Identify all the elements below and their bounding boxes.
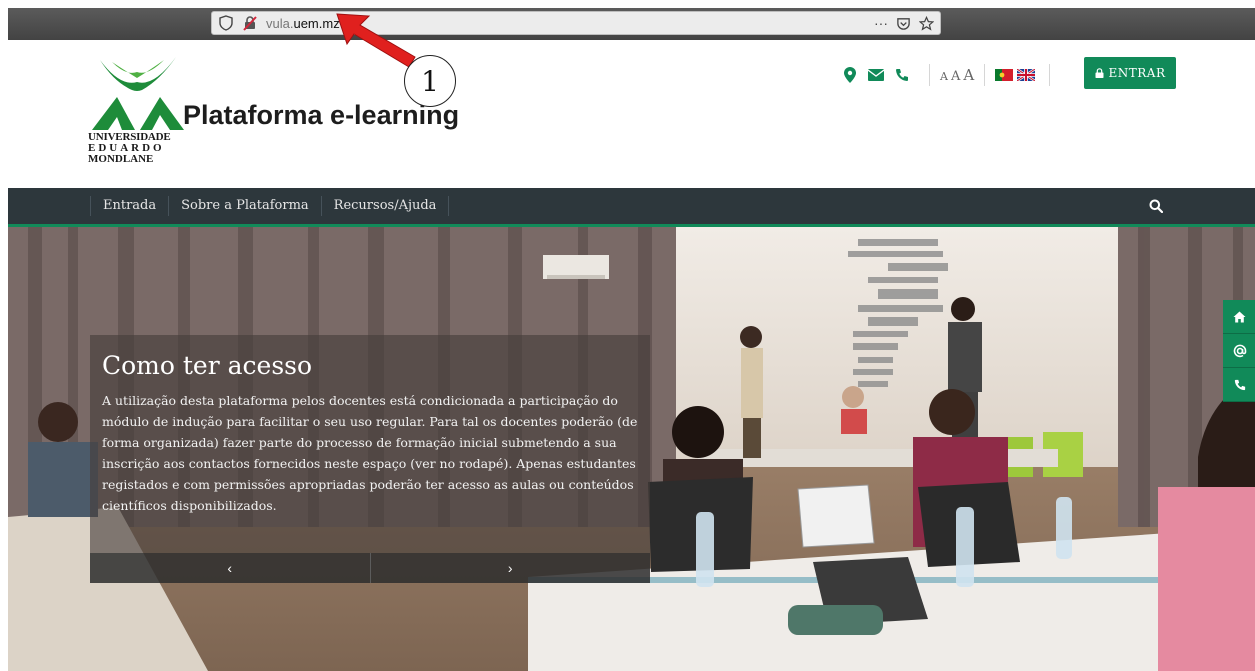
url-domain: uem.mz (293, 15, 340, 31)
uk-flag-icon[interactable] (1017, 69, 1036, 81)
login-button[interactable]: ENTRAR (1084, 57, 1176, 89)
nav-item-sobre[interactable]: Sobre a Plataforma (168, 196, 321, 216)
font-size-large[interactable]: A (963, 66, 974, 84)
search-button[interactable] (1136, 190, 1176, 222)
login-label: ENTRAR (1108, 66, 1166, 80)
page-actions-icon[interactable]: ··· (874, 15, 888, 31)
nav-item-entrada[interactable]: Entrada (90, 196, 168, 216)
lock-icon (1095, 68, 1103, 78)
university-name-line3: MONDLANE (88, 153, 154, 165)
address-bar[interactable]: vula.uem.mz ··· (211, 11, 941, 35)
nav-items: Entrada Sobre a Plataforma Recursos/Ajud… (90, 188, 450, 224)
font-size-medium[interactable]: A (951, 69, 960, 84)
font-size-small[interactable]: A (940, 70, 948, 83)
chevron-left-icon: ‹ (227, 560, 233, 576)
phone-button[interactable] (1223, 368, 1255, 402)
at-sign-icon (1233, 344, 1246, 357)
header-tools: A A A (841, 60, 1060, 90)
home-icon (1233, 311, 1246, 322)
site-header: UNIVERSIDADE EDUARDO MONDLANE Plataforma… (8, 40, 1255, 188)
map-marker-icon[interactable] (841, 66, 859, 84)
caption-title: Como ter acesso (102, 351, 313, 380)
divider (1049, 64, 1051, 86)
email-button[interactable] (1223, 334, 1255, 368)
caption-text: A utilização desta plataforma pelos doce… (102, 393, 638, 513)
url-text[interactable]: vula.uem.mz (266, 16, 340, 31)
carousel-caption: Como ter acesso A utilização desta plata… (90, 335, 650, 553)
phone-icon[interactable] (893, 66, 911, 84)
pocket-icon[interactable] (896, 16, 911, 31)
carousel-next-button[interactable]: › (370, 553, 650, 583)
home-button[interactable] (1223, 300, 1255, 334)
phone-icon (1234, 379, 1245, 390)
university-name: UNIVERSIDADE EDUARDO MONDLANE (88, 132, 198, 165)
annotation-marker: 1 (404, 55, 456, 107)
address-bar-actions: ··· (874, 15, 934, 31)
envelope-icon[interactable] (867, 66, 885, 84)
font-size-controls: A A A (940, 66, 974, 84)
portugal-flag-icon[interactable] (995, 69, 1014, 81)
floating-contact-bar (1223, 300, 1255, 402)
browser-toolbar: vula.uem.mz ··· (8, 8, 1255, 40)
carousel-prev-button[interactable]: ‹ (90, 553, 371, 583)
nav-item-recursos[interactable]: Recursos/Ajuda (320, 196, 450, 216)
carousel-controls: ‹ › (90, 553, 650, 583)
divider (984, 64, 986, 86)
shield-icon[interactable] (218, 15, 234, 31)
hero-carousel: Como ter acesso A utilização desta plata… (8, 227, 1255, 671)
divider (929, 64, 930, 86)
url-subdomain: vula. (266, 15, 294, 31)
bookmark-star-icon[interactable] (919, 15, 934, 31)
site-title[interactable]: Plataforma e-learning (183, 100, 459, 131)
search-icon (1149, 199, 1163, 213)
uem-logo[interactable] (90, 52, 185, 132)
chevron-right-icon: › (507, 560, 513, 576)
insecure-lock-icon[interactable] (242, 15, 258, 31)
main-navigation: Entrada Sobre a Plataforma Recursos/Ajud… (8, 188, 1255, 227)
